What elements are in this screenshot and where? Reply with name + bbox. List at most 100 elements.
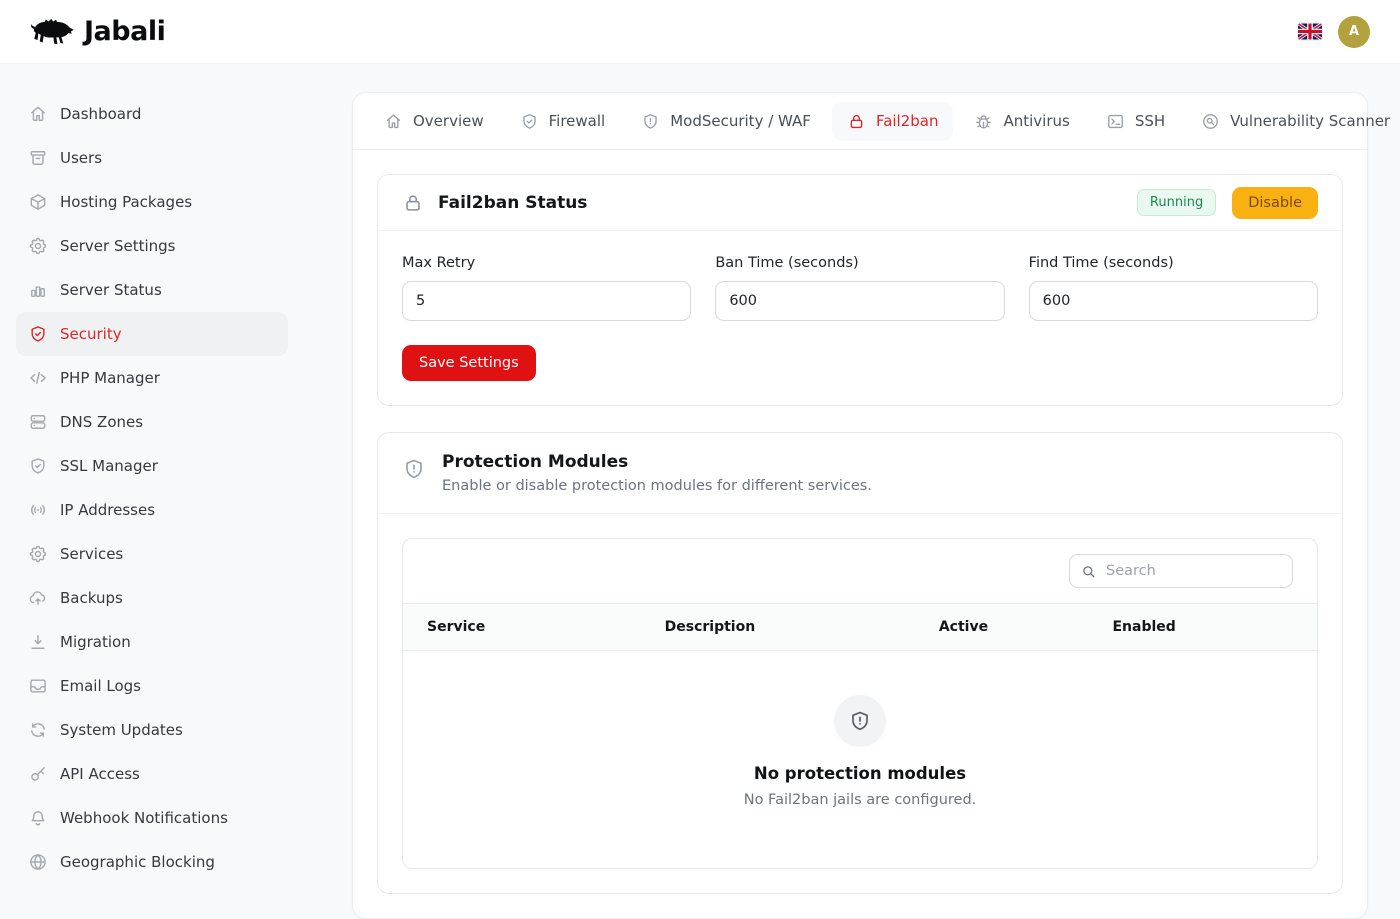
max-retry-label: Max Retry bbox=[402, 255, 691, 271]
topbar: Jabali A bbox=[0, 0, 1400, 64]
home-icon bbox=[384, 112, 403, 131]
sidebar-item-users[interactable]: Users bbox=[16, 136, 288, 180]
sidebar-item-dashboard[interactable]: Dashboard bbox=[16, 92, 288, 136]
tab-label: Vulnerability Scanner bbox=[1230, 112, 1390, 130]
tab-label: Overview bbox=[413, 112, 484, 130]
sidebar-item-label: API Access bbox=[60, 765, 140, 783]
ban-time-field: Ban Time (seconds) bbox=[715, 255, 1004, 321]
security-panel: Overview Firewall ModSecurity / WAF Fail… bbox=[352, 92, 1368, 919]
find-time-label: Find Time (seconds) bbox=[1029, 255, 1318, 271]
empty-state-icon-circle bbox=[834, 695, 886, 747]
sidebar-item-security[interactable]: Security bbox=[16, 312, 288, 356]
sidebar-item-backups[interactable]: Backups bbox=[16, 576, 288, 620]
tab-panel-fail2ban: Fail2ban Status Running Disable Max Retr… bbox=[353, 150, 1367, 918]
lock-icon bbox=[847, 112, 866, 131]
sidebar-item-services[interactable]: Services bbox=[16, 532, 288, 576]
sidebar-item-label: Webhook Notifications bbox=[60, 809, 228, 827]
tab-fail2ban[interactable]: Fail2ban bbox=[832, 102, 954, 141]
protection-modules-card: Protection Modules Enable or disable pro… bbox=[377, 432, 1343, 894]
save-settings-button[interactable]: Save Settings bbox=[402, 345, 536, 381]
sidebar-item-label: Services bbox=[60, 545, 123, 563]
sidebar-item-api-access[interactable]: API Access bbox=[16, 752, 288, 796]
key-icon bbox=[28, 764, 48, 784]
card-title: Fail2ban Status bbox=[438, 193, 587, 213]
sidebar-item-php-manager[interactable]: PHP Manager bbox=[16, 356, 288, 400]
shield-alert-icon bbox=[848, 709, 872, 733]
ban-time-label: Ban Time (seconds) bbox=[715, 255, 1004, 271]
tab-label: Fail2ban bbox=[876, 112, 939, 130]
search-icon bbox=[1080, 563, 1097, 580]
brand-name: Jabali bbox=[84, 16, 165, 47]
sidebar-item-server-settings[interactable]: Server Settings bbox=[16, 224, 288, 268]
sidebar-item-email-logs[interactable]: Email Logs bbox=[16, 664, 288, 708]
sidebar-item-label: Hosting Packages bbox=[60, 193, 192, 211]
refresh-icon bbox=[28, 720, 48, 740]
code-icon bbox=[28, 368, 48, 388]
server-stack-icon bbox=[28, 412, 48, 432]
bar-chart-icon bbox=[28, 280, 48, 300]
ban-time-input[interactable] bbox=[715, 281, 1004, 321]
sidebar-item-label: Users bbox=[60, 149, 102, 167]
download-icon bbox=[28, 632, 48, 652]
sidebar-item-label: Security bbox=[60, 325, 122, 343]
tab-vulnerability-scanner[interactable]: Vulnerability Scanner bbox=[1186, 102, 1400, 141]
shield-check-icon bbox=[520, 112, 539, 131]
sidebar-item-label: System Updates bbox=[60, 721, 183, 739]
bug-icon bbox=[974, 112, 993, 131]
sidebar-item-dns-zones[interactable]: DNS Zones bbox=[16, 400, 288, 444]
sidebar-item-label: DNS Zones bbox=[60, 413, 143, 431]
tab-overview[interactable]: Overview bbox=[369, 102, 499, 141]
home-icon bbox=[28, 104, 48, 124]
sidebar-item-label: Backups bbox=[60, 589, 123, 607]
max-retry-input[interactable] bbox=[402, 281, 691, 321]
find-time-input[interactable] bbox=[1029, 281, 1318, 321]
empty-state: No protection modules No Fail2ban jails … bbox=[403, 651, 1317, 868]
shield-alert-icon bbox=[402, 457, 426, 481]
shield-check-icon bbox=[28, 456, 48, 476]
column-header-enabled: Enabled bbox=[1088, 604, 1317, 650]
disable-button[interactable]: Disable bbox=[1232, 187, 1318, 219]
search-box bbox=[1069, 554, 1293, 588]
section-subtitle: Enable or disable protection modules for… bbox=[442, 478, 872, 494]
max-retry-field: Max Retry bbox=[402, 255, 691, 321]
tab-label: Antivirus bbox=[1003, 112, 1069, 130]
brand-logo[interactable]: Jabali bbox=[26, 14, 165, 50]
uk-flag-icon[interactable] bbox=[1298, 23, 1322, 40]
sidebar-item-label: Server Settings bbox=[60, 237, 175, 255]
empty-state-subtitle: No Fail2ban jails are configured. bbox=[744, 792, 977, 808]
protection-modules-body: Service Description Active Enabled No pr… bbox=[378, 514, 1342, 893]
boar-icon bbox=[26, 14, 78, 50]
tab-firewall[interactable]: Firewall bbox=[505, 102, 621, 141]
tab-label: ModSecurity / WAF bbox=[670, 112, 811, 130]
tab-ssh[interactable]: SSH bbox=[1091, 102, 1180, 141]
column-header-service: Service bbox=[403, 604, 641, 650]
fail2ban-status-card: Fail2ban Status Running Disable Max Retr… bbox=[377, 174, 1343, 406]
sidebar-item-ip-addresses[interactable]: IP Addresses bbox=[16, 488, 288, 532]
sidebar-item-system-updates[interactable]: System Updates bbox=[16, 708, 288, 752]
column-header-active: Active bbox=[915, 604, 1089, 650]
search-input[interactable] bbox=[1069, 554, 1293, 588]
avatar[interactable]: A bbox=[1338, 16, 1370, 48]
tab-antivirus[interactable]: Antivirus bbox=[959, 102, 1084, 141]
tab-modsecurity-waf[interactable]: ModSecurity / WAF bbox=[626, 102, 826, 141]
fail2ban-status-header: Fail2ban Status Running Disable bbox=[378, 175, 1342, 231]
sidebar-item-webhook-notifications[interactable]: Webhook Notifications bbox=[16, 796, 288, 840]
sidebar-item-geographic-blocking[interactable]: Geographic Blocking bbox=[16, 840, 288, 884]
sidebar-item-migration[interactable]: Migration bbox=[16, 620, 288, 664]
sidebar-item-ssl-manager[interactable]: SSL Manager bbox=[16, 444, 288, 488]
find-time-field: Find Time (seconds) bbox=[1029, 255, 1318, 321]
column-header-description: Description bbox=[641, 604, 915, 650]
sidebar-item-label: IP Addresses bbox=[60, 501, 155, 519]
sidebar-item-label: Migration bbox=[60, 633, 131, 651]
security-tabs: Overview Firewall ModSecurity / WAF Fail… bbox=[353, 93, 1367, 150]
gear-icon bbox=[28, 544, 48, 564]
sidebar-item-hosting-packages[interactable]: Hosting Packages bbox=[16, 180, 288, 224]
sidebar-item-label: Server Status bbox=[60, 281, 162, 299]
sidebar-item-server-status[interactable]: Server Status bbox=[16, 268, 288, 312]
topbar-right: A bbox=[1298, 16, 1370, 48]
sidebar-item-label: SSL Manager bbox=[60, 457, 158, 475]
globe-icon bbox=[28, 852, 48, 872]
sidebar: Dashboard Users Hosting Packages Server … bbox=[0, 64, 304, 900]
sidebar-item-label: Email Logs bbox=[60, 677, 141, 695]
main-content: Security Center Overview Firewall ModSec… bbox=[304, 0, 1400, 919]
